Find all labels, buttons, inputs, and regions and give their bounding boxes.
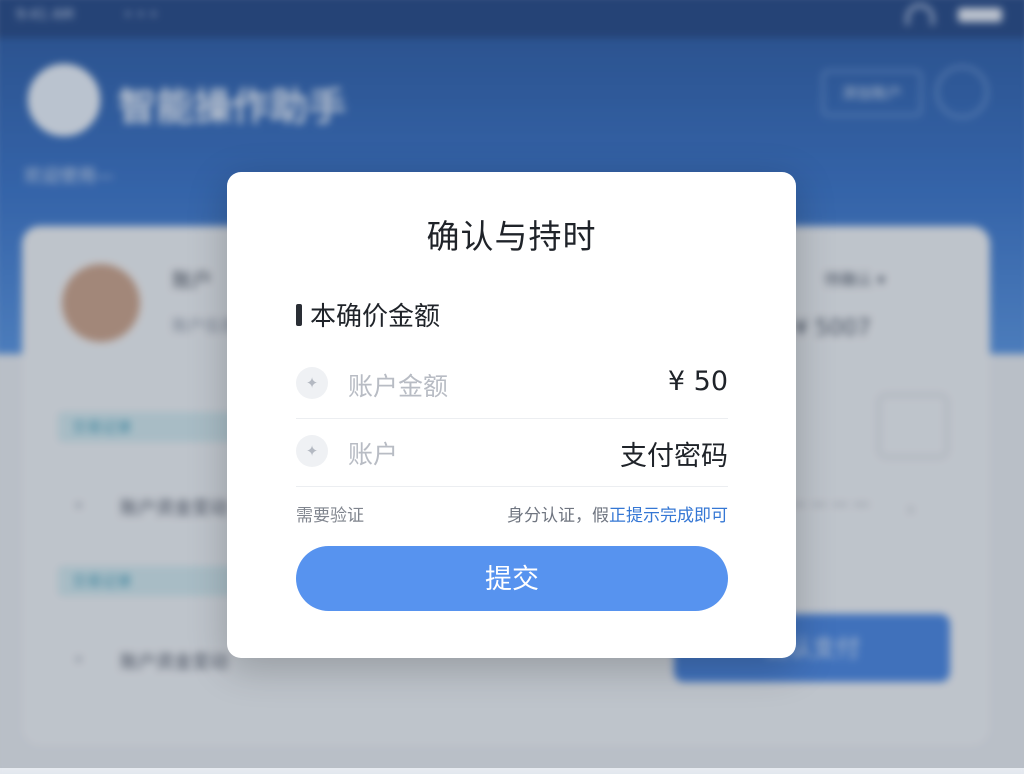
auth-hint-link[interactable]: 正提示完成即可 bbox=[609, 506, 728, 526]
section-heading: 本确价金额 bbox=[296, 296, 440, 333]
submit-button[interactable]: 提交 bbox=[296, 546, 728, 611]
verify-hint: 需要验证 bbox=[296, 506, 364, 526]
amount-field-row[interactable]: ✦ 账户金额 ¥ 50 bbox=[296, 352, 728, 419]
section-heading-label: 本确价金额 bbox=[310, 302, 441, 332]
confirm-dialog: 确认与持时 本确价金额 ✦ 账户金额 ¥ 50 ✦ 账户 支付密码 需要验证 身… bbox=[227, 172, 796, 658]
auth-hint: 身分认证，假正提示完成即可 bbox=[507, 501, 728, 526]
wallet-icon: ✦ bbox=[296, 367, 328, 399]
section-bar-icon bbox=[296, 303, 302, 326]
dialog-title: 确认与持时 bbox=[426, 217, 597, 256]
amount-field-value: ¥ 50 bbox=[667, 366, 728, 397]
password-field-row[interactable]: ✦ 账户 支付密码 bbox=[296, 420, 728, 487]
amount-field-label: 账户金额 bbox=[348, 372, 449, 401]
lock-icon: ✦ bbox=[296, 435, 328, 467]
password-field-value: 支付密码 bbox=[620, 441, 728, 472]
auth-hint-text: 身分认证，假 bbox=[507, 506, 609, 526]
password-field-label: 账户 bbox=[348, 440, 399, 469]
